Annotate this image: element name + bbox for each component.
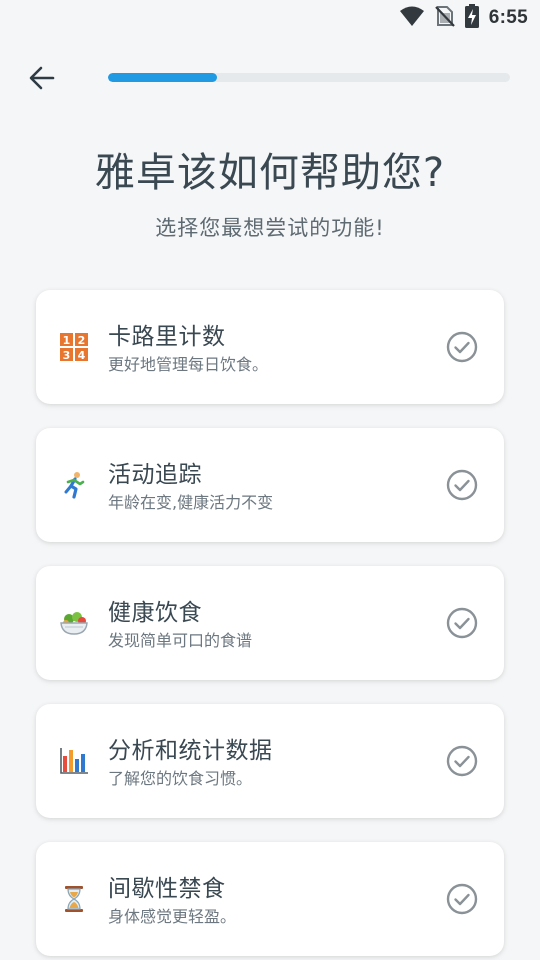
arrow-left-icon[interactable] [28,64,56,96]
option-description: 发现简单可口的食谱 [108,631,253,650]
no-sim-icon [434,5,455,31]
option-title: 间歇性禁食 [108,876,226,902]
option-card-analytics[interactable]: 分析和统计数据 了解您的饮食习惯。 [36,704,504,818]
check-circle-icon[interactable] [446,745,478,777]
check-circle-icon[interactable] [446,469,478,501]
check-circle-icon[interactable] [446,607,478,639]
svg-text:1: 1 [63,334,71,347]
option-title: 分析和统计数据 [108,738,273,764]
check-circle-icon[interactable] [446,331,478,363]
option-title: 活动追踪 [108,462,202,488]
svg-text:4: 4 [78,349,86,362]
option-card-calorie-counting[interactable]: 1 2 3 4 卡路里计数 更好地管理每日饮食。 [36,290,504,404]
status-icons: 6:55 [399,4,528,32]
option-description: 更好地管理每日饮食。 [108,355,269,374]
option-card-activity-tracking[interactable]: 活动追踪 年龄在变,健康活力不变 [36,428,504,542]
option-description: 身体感觉更轻盈。 [108,907,237,926]
svg-text:2: 2 [78,334,86,347]
bar-chart-icon [58,745,90,777]
page-subtitle: 选择您最想尝试的功能! [155,216,385,240]
progress-bar-fill [108,73,217,82]
input-numbers-icon: 1 2 3 4 [58,331,90,363]
check-circle-icon[interactable] [446,883,478,915]
svg-text:3: 3 [63,349,71,362]
option-title: 健康饮食 [108,600,202,626]
salad-icon [58,607,90,639]
wifi-icon [399,5,425,31]
status-bar: 6:55 [0,0,540,36]
status-time: 6:55 [488,7,528,28]
progress-bar [108,73,510,82]
option-card-healthy-eating[interactable]: 健康饮食 发现简单可口的食谱 [36,566,504,680]
option-title: 卡路里计数 [108,324,226,350]
option-description: 了解您的饮食习惯。 [108,769,253,788]
hourglass-icon [58,883,90,915]
back-button[interactable] [22,60,62,100]
runner-icon [58,469,90,501]
option-description: 年龄在变,健康活力不变 [108,493,274,512]
option-card-intermittent-fasting[interactable]: 间歇性禁食 身体感觉更轻盈。 [36,842,504,956]
battery-charging-icon [464,4,479,32]
page-title: 雅卓该如何帮助您? [94,150,446,196]
